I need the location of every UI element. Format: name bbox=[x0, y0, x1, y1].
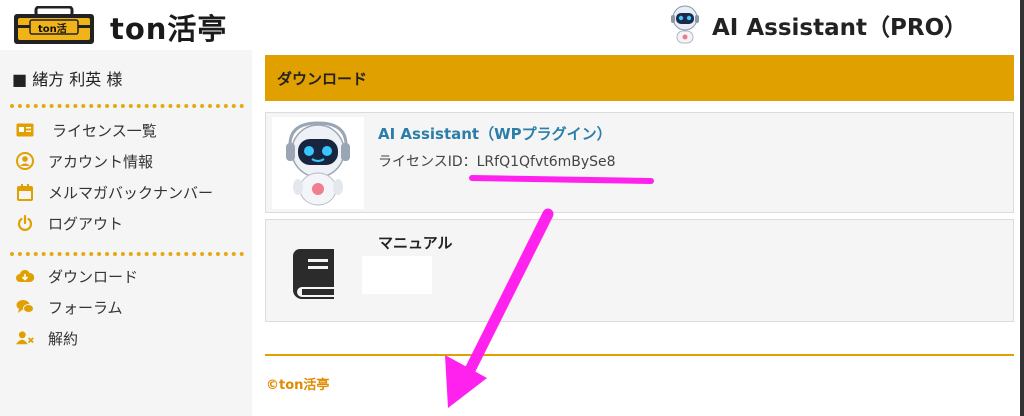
calendar-icon bbox=[16, 183, 34, 201]
sidebar-item-newsletter[interactable]: メルマガバックナンバー bbox=[16, 180, 213, 204]
annotation-arrow-head bbox=[445, 355, 487, 408]
logo-badge-text: ton活 bbox=[38, 24, 67, 35]
product-title-link[interactable]: AI Assistant（WPプラグイン） bbox=[378, 123, 612, 144]
sidebar: ■ 緒方 利英 様 ライセンス一覧 アカウント情報 メルマガバックナンバー ログ… bbox=[0, 50, 252, 416]
sidebar-item-cancel[interactable]: 解約 bbox=[16, 326, 78, 350]
sidebar-item-forum[interactable]: フォーラム bbox=[16, 295, 123, 319]
sidebar-item-label: 解約 bbox=[48, 329, 79, 348]
sidebar-item-label: ライセンス一覧 bbox=[52, 121, 157, 140]
sidebar-item-label: メルマガバックナンバー bbox=[48, 183, 214, 202]
app-title: AI Assistant（PRO） bbox=[712, 15, 968, 41]
user-remove-icon bbox=[16, 329, 34, 347]
ai-robot-icon bbox=[668, 4, 702, 46]
sidebar-divider bbox=[10, 104, 244, 108]
section-title: ダウンロード bbox=[265, 55, 1014, 101]
license-id: ライセンスID：LRfQ1Qfvt6mBySe8 bbox=[378, 154, 616, 170]
manual-title[interactable]: マニュアル bbox=[378, 232, 453, 253]
sidebar-divider bbox=[10, 252, 244, 256]
sidebar-item-label: フォーラム bbox=[48, 298, 123, 317]
footer-copyright: ©ton活亭 bbox=[266, 378, 330, 393]
sidebar-item-license-list[interactable]: ライセンス一覧 bbox=[16, 118, 157, 142]
window-edge bbox=[1020, 0, 1024, 416]
manual-card: マニュアル bbox=[265, 219, 1014, 322]
manual-placeholder-box bbox=[362, 256, 432, 294]
sidebar-item-account[interactable]: アカウント情報 bbox=[16, 149, 153, 173]
sidebar-item-logout[interactable]: ログアウト bbox=[16, 211, 123, 235]
sidebar-item-label: ログアウト bbox=[48, 214, 124, 233]
power-icon bbox=[16, 214, 34, 232]
footer-divider bbox=[265, 354, 1014, 356]
user-circle-icon bbox=[16, 152, 34, 170]
product-card: AI Assistant（WPプラグイン） ライセンスID：LRfQ1Qfvt6… bbox=[265, 112, 1014, 213]
sidebar-item-label: ダウンロード bbox=[48, 267, 139, 286]
sidebar-item-label: アカウント情報 bbox=[48, 152, 154, 171]
user-name: ■ 緒方 利英 様 bbox=[12, 70, 123, 89]
sidebar-item-download[interactable]: ダウンロード bbox=[16, 264, 138, 288]
site-logo[interactable]: ton活 bbox=[12, 5, 96, 46]
id-card-icon bbox=[16, 121, 34, 139]
cloud-download-icon bbox=[16, 267, 34, 285]
book-icon bbox=[290, 247, 340, 299]
chat-bubbles-icon bbox=[16, 298, 34, 316]
site-name[interactable]: ton活亭 bbox=[110, 6, 227, 48]
robot-thumbnail-icon bbox=[272, 117, 364, 209]
